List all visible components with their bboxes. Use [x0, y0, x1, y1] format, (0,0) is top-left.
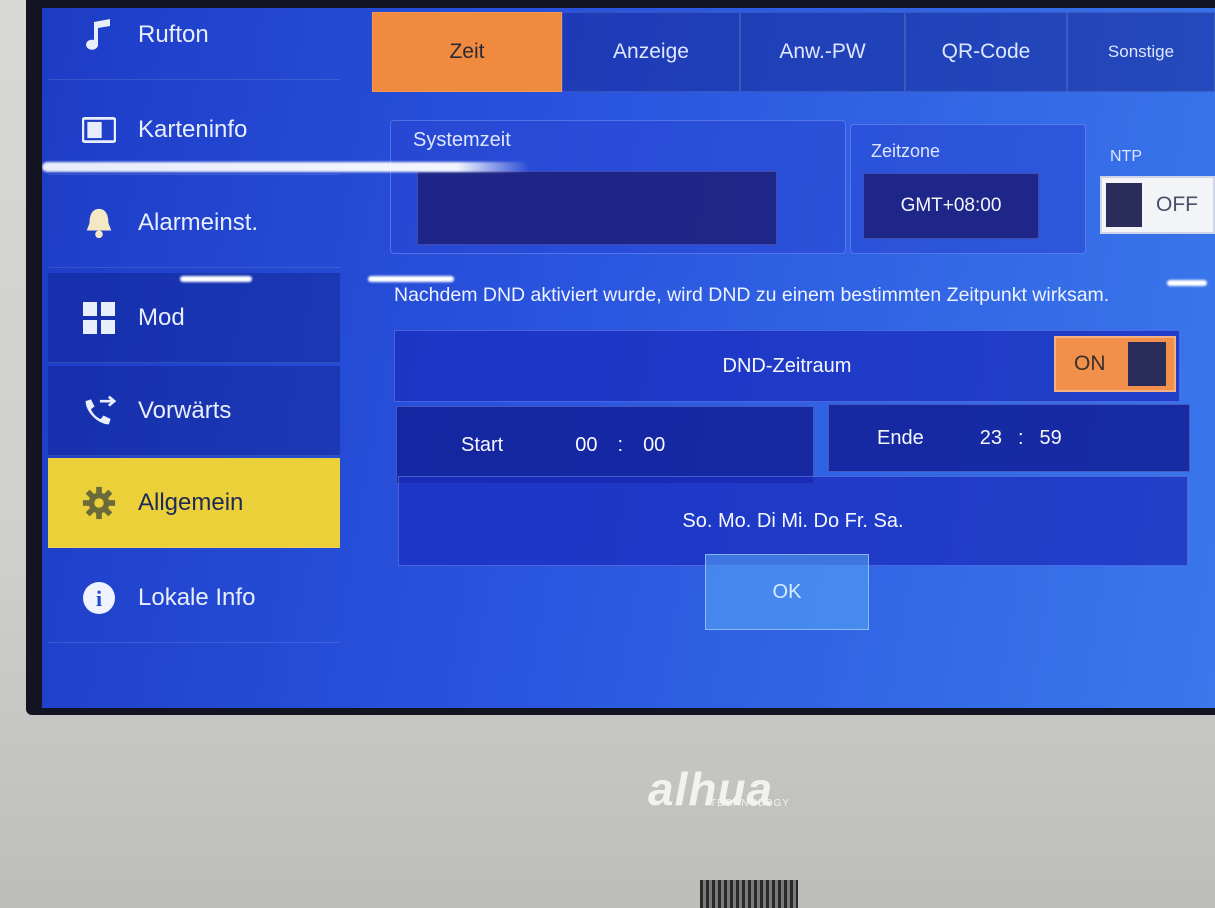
ok-button[interactable]: OK: [705, 554, 869, 630]
sidebar-item-label: Rufton: [138, 20, 209, 48]
dnd-toggle[interactable]: ON: [1054, 336, 1176, 392]
end-label: Ende: [877, 426, 924, 449]
light-reflection: [1167, 280, 1207, 286]
system-time-field[interactable]: [417, 171, 777, 245]
toggle-knob: [1106, 183, 1142, 227]
start-time-row[interactable]: Start 00 : 00: [396, 406, 814, 484]
sidebar-item-rufton[interactable]: Rufton: [48, 8, 340, 80]
timezone-select[interactable]: GMT+08:00: [863, 173, 1039, 239]
light-reflection: [42, 162, 530, 172]
info-icon: i: [82, 581, 116, 615]
ntp-label: NTP: [1110, 148, 1142, 165]
sidebar-item-vorwaerts[interactable]: Vorwärts: [48, 366, 340, 456]
time-separator: :: [617, 433, 624, 456]
system-time-label: Systemzeit: [413, 129, 511, 151]
system-time-panel: Systemzeit: [390, 120, 846, 254]
speaker-grille: [700, 880, 798, 908]
card-number-icon: [82, 113, 116, 147]
info-glyph: i: [96, 586, 102, 611]
tab-anzeige[interactable]: Anzeige: [562, 12, 740, 92]
timezone-label: Zeitzone: [871, 141, 941, 161]
sidebar-item-mod[interactable]: Mod: [48, 273, 340, 363]
dnd-period-label: DND-Zeitraum: [722, 354, 852, 377]
dnd-state: ON: [1074, 352, 1106, 375]
sidebar-item-lokale-info[interactable]: i Lokale Info: [48, 553, 340, 643]
end-minute[interactable]: 59: [1040, 427, 1062, 450]
dnd-notice: Nachdem DND aktiviert wurde, wird DND zu…: [394, 284, 1110, 306]
ntp-toggle[interactable]: OFF: [1100, 176, 1215, 234]
sidebar-item-label: Mod: [138, 303, 185, 331]
sidebar-item-label: Alarmeinst.: [138, 208, 259, 236]
grid-icon: [82, 301, 116, 335]
gear-icon: [82, 486, 116, 520]
music-note-icon: [82, 18, 116, 52]
end-time-row[interactable]: Ende 23 : 59: [828, 404, 1190, 472]
weekdays-label: So. Mo. Di Mi. Do Fr. Sa.: [682, 509, 904, 532]
brand-subtitle: TECHNOLOGY: [710, 798, 791, 809]
tab-sonstige[interactable]: Sonstige: [1067, 12, 1215, 92]
toggle-knob: [1127, 342, 1166, 386]
bell-icon: [82, 206, 116, 240]
sidebar-item-label: Allgemein: [138, 488, 244, 516]
call-forward-icon: [82, 394, 116, 428]
start-hour[interactable]: 00: [575, 434, 597, 457]
sidebar-item-label: Karteninfo: [138, 115, 248, 143]
sidebar: Rufton Karteninfo Alarmeinst. Mod Vorwär…: [42, 8, 342, 708]
sidebar-item-alarmeinst[interactable]: Alarmeinst.: [48, 178, 340, 268]
tab-qr-code[interactable]: QR-Code: [905, 12, 1067, 92]
screen: Rufton Karteninfo Alarmeinst. Mod Vorwär…: [42, 8, 1215, 708]
sidebar-item-label: Vorwärts: [138, 396, 232, 424]
tab-bar: Zeit Anzeige Anw.-PW QR-Code Sonstige: [372, 8, 1215, 100]
sidebar-item-label: Lokale Info: [138, 583, 256, 611]
weekdays-row[interactable]: So. Mo. Di Mi. Do Fr. Sa.: [398, 476, 1188, 566]
start-label: Start: [461, 433, 504, 456]
light-reflection: [180, 276, 252, 282]
tab-anw-pw[interactable]: Anw.-PW: [740, 12, 905, 92]
sidebar-item-allgemein[interactable]: Allgemein: [48, 458, 340, 548]
timezone-panel: Zeitzone GMT+08:00: [850, 124, 1086, 254]
end-hour[interactable]: 23: [980, 427, 1002, 450]
tab-zeit[interactable]: Zeit: [372, 12, 562, 92]
ntp-state: OFF: [1156, 193, 1198, 216]
time-separator: :: [1017, 426, 1024, 449]
start-minute[interactable]: 00: [643, 434, 665, 457]
light-reflection: [368, 276, 454, 282]
